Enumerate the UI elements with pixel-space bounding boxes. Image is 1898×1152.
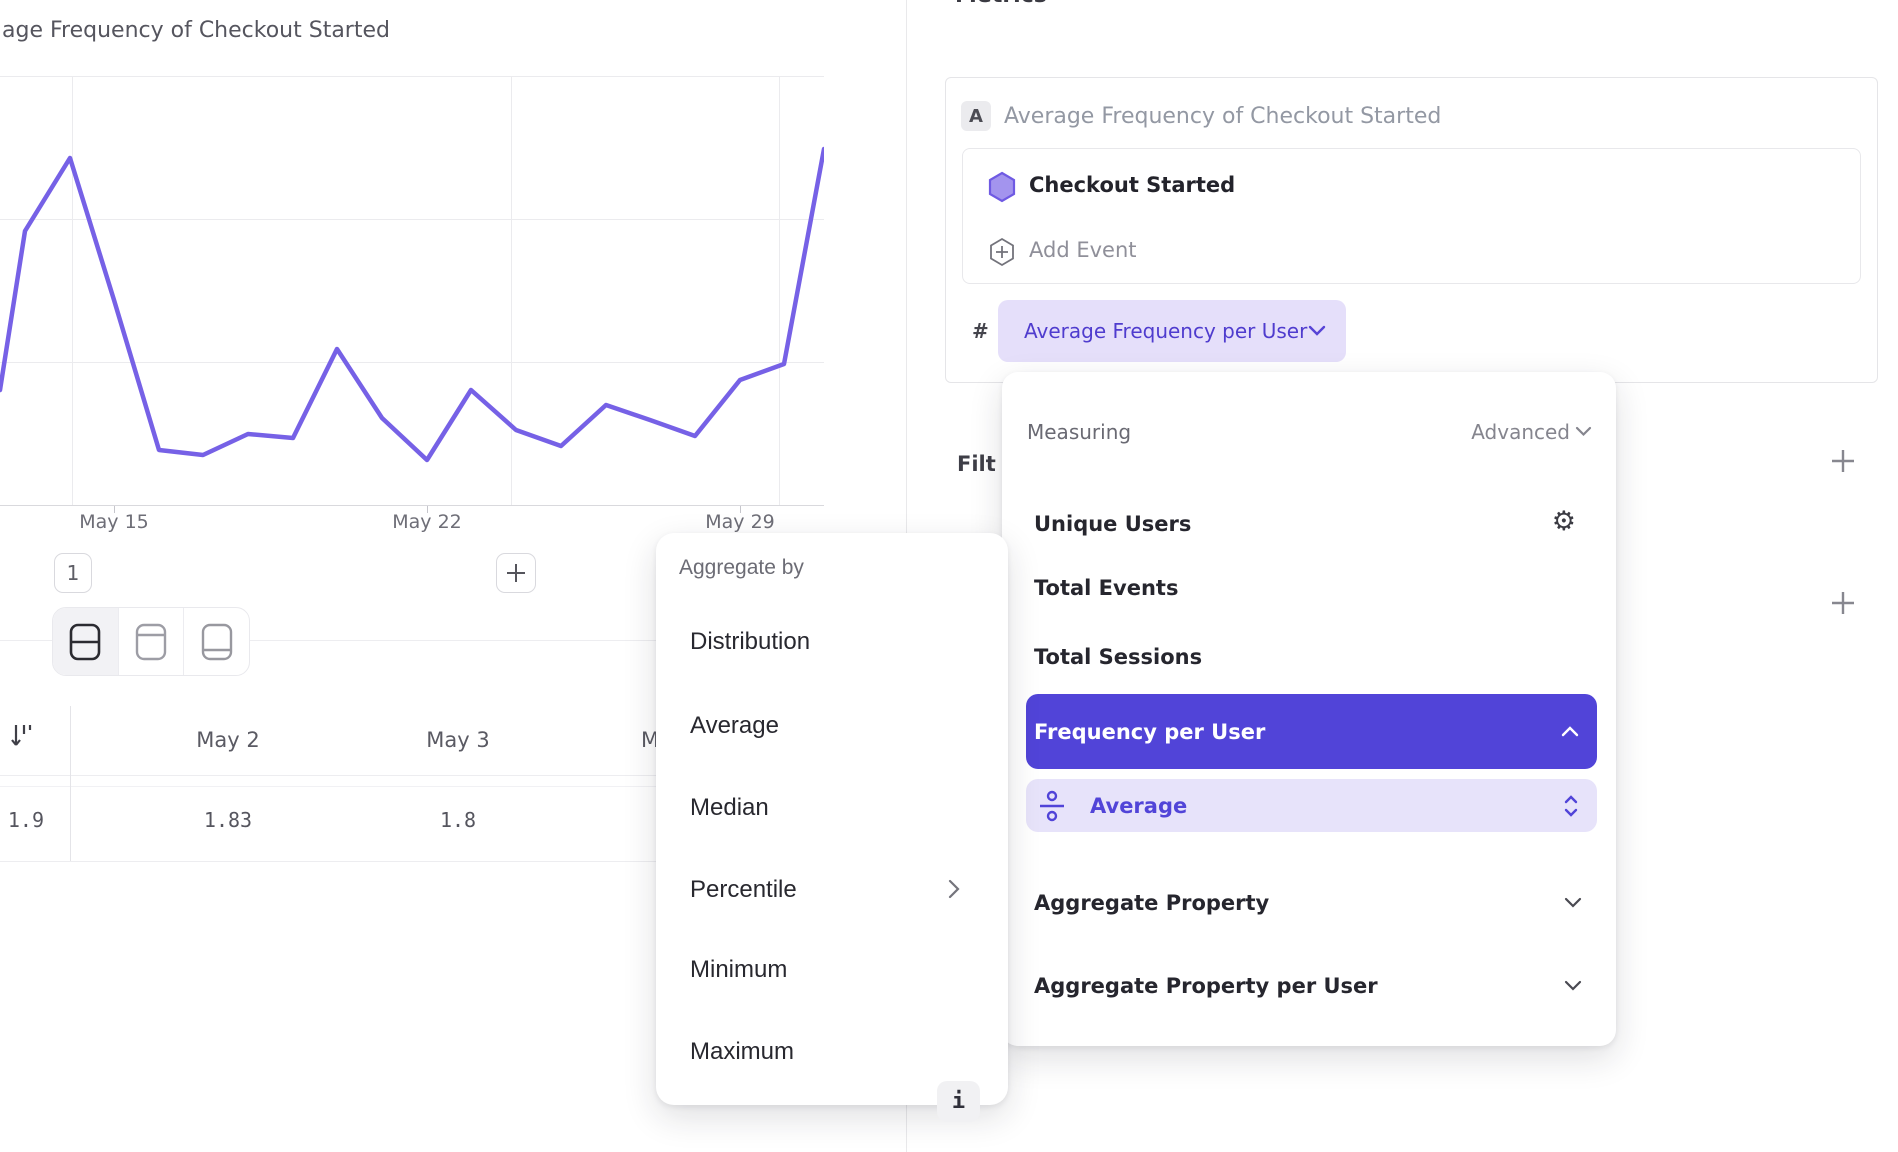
view-toggle-split-bottom[interactable] (184, 608, 249, 675)
chevron-up-down-icon (1563, 794, 1579, 818)
add-event-hexagon-icon (988, 237, 1016, 267)
table-cell: 1.83 (118, 808, 338, 832)
selected-item-label: Frequency per User (1034, 720, 1265, 744)
measuring-dropdown: Measuring Advanced Unique Users ⚙ Total … (1002, 372, 1616, 1046)
measuring-header: Measuring (1027, 420, 1131, 444)
trend-line (0, 149, 824, 460)
split-middle-icon (68, 622, 102, 662)
plus-icon (1829, 589, 1857, 617)
plus-icon (505, 562, 527, 584)
table-cell: 1.8 (348, 808, 568, 832)
split-top-icon (134, 622, 168, 662)
chevron-right-icon (948, 879, 960, 899)
table-column-divider (70, 706, 71, 861)
split-bottom-icon (200, 622, 234, 662)
gear-icon[interactable]: ⚙ (1552, 507, 1576, 537)
measurement-pill-label: Average Frequency per User (1024, 319, 1307, 343)
menu-subitem-average[interactable]: Average (1026, 779, 1597, 832)
info-icon[interactable]: i (937, 1081, 980, 1122)
add-filter-button[interactable] (1828, 446, 1858, 476)
chevron-down-icon (1575, 426, 1592, 437)
menu-item-frequency-per-user-selected[interactable]: Frequency per User (1026, 694, 1597, 769)
chart-title: age Frequency of Checkout Started (2, 18, 390, 43)
metrics-heading-clipped: Metrics (955, 0, 1047, 8)
menu-item-aggregate-property[interactable]: Aggregate Property (1034, 888, 1269, 918)
chevron-down-icon (1564, 980, 1582, 991)
event-name[interactable]: Checkout Started (1029, 169, 1235, 201)
menu-item-minimum[interactable]: Minimum (690, 955, 787, 985)
menu-item-aggregate-property-per-user[interactable]: Aggregate Property per User (1034, 971, 1378, 1001)
menu-item-distribution[interactable]: Distribution (690, 627, 810, 657)
x-tick-label: May 15 (79, 511, 149, 533)
aggregate-by-dropdown: Aggregate by i Distribution Average Medi… (656, 533, 1008, 1105)
menu-item-average[interactable]: Average (690, 711, 779, 741)
event-card: Checkout Started Add Event (962, 148, 1861, 284)
table-header-may2[interactable]: May 2 (118, 728, 338, 752)
add-event-button[interactable]: Add Event (1029, 235, 1137, 265)
series-count-button[interactable]: 1 (54, 553, 92, 593)
sort-descending-icon (8, 722, 36, 752)
menu-item-total-events[interactable]: Total Events (1034, 573, 1178, 603)
trend-line-chart[interactable] (0, 76, 824, 506)
x-tick-label: May 29 (705, 511, 775, 533)
aggregate-by-header: Aggregate by (679, 556, 804, 584)
x-tick-label: May 22 (392, 511, 462, 533)
table-header-may3[interactable]: May 3 (348, 728, 568, 752)
table-cell-clipped: 1.9 (0, 808, 44, 832)
advanced-toggle[interactable]: Advanced (1471, 420, 1570, 444)
metric-title[interactable]: Average Frequency of Checkout Started (1004, 101, 1441, 131)
filters-label-clipped: Filt (957, 450, 996, 478)
measurement-pill-dropdown[interactable]: Average Frequency per User (998, 300, 1346, 362)
add-series-button[interactable] (496, 553, 536, 593)
app-canvas: age Frequency of Checkout Started May 15… (0, 0, 1898, 1152)
subitem-label: Average (1090, 794, 1563, 818)
chevron-down-icon (1564, 897, 1582, 908)
add-breakdown-button[interactable] (1828, 588, 1858, 618)
metric-card: A Average Frequency of Checkout Started … (945, 77, 1878, 383)
table-sort-button[interactable] (8, 722, 36, 756)
metric-letter-badge: A (961, 101, 991, 131)
menu-item-median[interactable]: Median (690, 793, 769, 823)
divide-icon (1038, 788, 1066, 824)
chevron-down-icon (1308, 325, 1326, 337)
view-toggle-split-top[interactable] (119, 608, 185, 675)
plus-icon (1829, 447, 1857, 475)
view-toggle-split-middle[interactable] (53, 608, 119, 675)
menu-item-percentile[interactable]: Percentile (690, 875, 797, 905)
numeric-metric-symbol: # (972, 316, 989, 346)
menu-item-unique-users[interactable]: Unique Users (1034, 509, 1191, 539)
view-toggle-group (52, 607, 250, 676)
menu-item-total-sessions[interactable]: Total Sessions (1034, 642, 1202, 672)
menu-item-maximum[interactable]: Maximum (690, 1037, 794, 1067)
event-hexagon-icon (987, 171, 1017, 203)
chevron-up-icon (1561, 726, 1579, 737)
